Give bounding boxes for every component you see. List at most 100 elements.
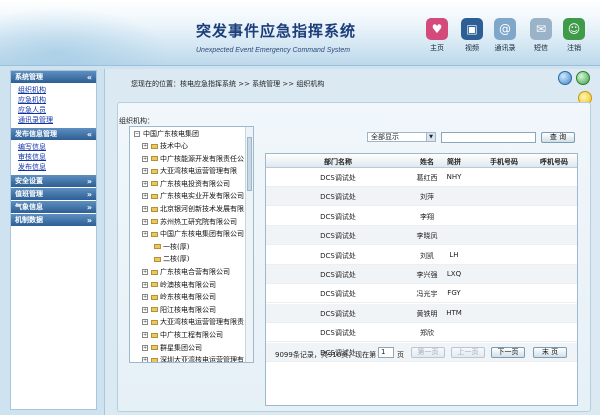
expand-icon[interactable]: + [142, 269, 148, 275]
first-page-button[interactable]: 第一页 [411, 347, 445, 358]
expand-icon[interactable]: + [142, 193, 148, 200]
tree-root-label: 中国广东核电集团 [143, 130, 199, 138]
table-row[interactable]: DCS调试处 李兴强 LXQ [266, 265, 577, 284]
table-row[interactable]: DCS调试处 刘凯 LH [266, 246, 577, 265]
refresh-icon[interactable] [576, 71, 590, 85]
sidebar-section-title: 系统管理 [15, 73, 43, 81]
expand-icon[interactable]: + [142, 281, 148, 288]
expand-icon[interactable]: + [142, 294, 148, 301]
expand-icon[interactable]: » [87, 201, 92, 214]
tree-node[interactable]: + 岭东核电有限公司 [142, 292, 216, 302]
sidebar-link[interactable]: 组织机构 [11, 85, 96, 95]
sidebar-section-title: 发布信息管理 [15, 130, 57, 138]
sidebar-section-header[interactable]: 发布信息管理 « [11, 128, 96, 141]
sidebar-section-header[interactable]: 机制数据 » [11, 214, 96, 227]
tree-node[interactable]: + 广东核电合营有限公司 [142, 267, 230, 277]
sidebar-link[interactable]: 审核信息 [11, 152, 96, 162]
prev-page-button[interactable]: 上一页 [451, 347, 485, 358]
tree-node[interactable]: + 中广核能源开发有限责任公 [142, 154, 244, 164]
sidebar-section-header[interactable]: 值班管理 » [11, 188, 96, 201]
expand-icon[interactable]: + [142, 143, 148, 149]
nav-sms[interactable]: ✉ 短信 [524, 18, 558, 53]
expand-icon[interactable]: + [142, 319, 148, 326]
nav-contacts[interactable]: @ 通讯录 [488, 18, 522, 53]
expand-icon[interactable]: » [87, 214, 92, 227]
collapse-icon[interactable]: − [134, 131, 140, 137]
sidebar-section-header[interactable]: 系统管理 « [11, 71, 96, 84]
table-row[interactable]: DCS调试处 葛红西 NHY [266, 168, 577, 187]
tree-node[interactable]: + 苏州热工研究院有限公司 [142, 217, 237, 227]
last-page-button[interactable]: 末 页 [533, 347, 567, 358]
nav-logout[interactable]: ☺ 注销 [557, 18, 591, 53]
sidebar-section-header[interactable]: 气象信息 » [11, 201, 96, 214]
column-header[interactable]: 简拼 [441, 157, 467, 167]
nav-video[interactable]: ▣ 视频 [455, 18, 489, 53]
expand-icon[interactable]: + [142, 231, 148, 238]
tree-node[interactable]: + 中广核工程有限公司 [142, 330, 223, 340]
column-header[interactable]: 姓名 [414, 157, 440, 167]
folder-icon [151, 357, 158, 362]
org-tree[interactable]: − 中国广东核电集团 + 技术中心 + 中广核能源开发有限责任公 + 大亚湾核电运营管理有限 +… [129, 126, 254, 363]
expand-icon[interactable]: + [142, 168, 148, 175]
contacts-icon: @ [494, 18, 516, 40]
tree-scrollbar[interactable] [245, 127, 253, 362]
sidebar-link[interactable]: 发布信息 [11, 162, 96, 172]
sidebar-link[interactable]: 编写信息 [11, 142, 96, 152]
sms-icon: ✉ [530, 18, 552, 40]
column-header[interactable]: 呼机号码 [531, 157, 577, 167]
tree-node[interactable]: + 深圳大亚湾核电运营管理有 [142, 355, 244, 362]
tree-node[interactable]: + 广东核电实业开发有限公司 [142, 191, 244, 201]
table-row[interactable]: DCS调试处 李翔 [266, 207, 577, 226]
column-header[interactable]: 手机号码 [479, 157, 529, 167]
expand-icon[interactable]: + [142, 155, 148, 162]
collapse-icon[interactable]: « [87, 71, 92, 84]
nav-home[interactable]: ♥ 主页 [420, 18, 454, 53]
expand-icon[interactable]: + [142, 218, 148, 225]
table-row[interactable]: DCS调试处 李晓凤 [266, 226, 577, 246]
expand-icon[interactable]: » [87, 188, 92, 201]
table-row[interactable]: DCS调试处 郑欣 [266, 323, 577, 343]
logout-icon: ☺ [563, 18, 585, 40]
tree-node-label: 大亚湾核电运营管理有限责 [160, 318, 244, 327]
sidebar-link[interactable]: 应急机构 [11, 95, 96, 105]
expand-icon[interactable]: + [142, 344, 148, 351]
expand-icon[interactable]: + [142, 180, 148, 187]
tree-root[interactable]: − 中国广东核电集团 [134, 129, 199, 139]
sidebar-link[interactable]: 通讯录管理 [11, 115, 96, 125]
collapse-icon[interactable]: « [87, 128, 92, 141]
filter-select[interactable]: 全部显示 ▼ [367, 132, 436, 142]
tree-node[interactable]: 一核(厚) [154, 242, 189, 252]
sidebar-link[interactable]: 应急人员 [11, 105, 96, 115]
tree-node-label: 一核(厚) [163, 242, 190, 251]
tree-scroll-thumb[interactable] [247, 137, 252, 191]
search-input[interactable] [441, 132, 536, 143]
sidebar: 系统管理 «组织机构 应急机构 应急人员 通讯录管理 发布信息管理 «编写信息 审核信息 发布信… [10, 70, 97, 410]
search-button[interactable]: 查 询 [541, 132, 575, 143]
expand-icon[interactable]: + [142, 332, 148, 338]
app-header: 突发事件应急指挥系统 Unexpected Event Emergency Co… [0, 0, 600, 66]
next-page-button[interactable]: 下一页 [491, 347, 525, 358]
table-row[interactable]: DCS调试处 冯光宇 FGY [266, 284, 577, 304]
page-number-input[interactable]: 1 [378, 347, 394, 358]
tree-node[interactable]: + 大亚湾核电运营管理有限责 [142, 317, 244, 327]
tree-node[interactable]: + 阳江核电有限公司 [142, 305, 216, 315]
table-row[interactable]: DCS调试处 刘萍 [266, 187, 577, 207]
expand-icon[interactable]: + [142, 206, 148, 212]
tree-node[interactable]: 二核(厚) [154, 254, 189, 264]
tree-node[interactable]: + 群星集团公司 [142, 343, 202, 353]
table-row[interactable]: DCS调试处 黄铁明 HTM [266, 303, 577, 323]
main-content: 您现在的位置：核电应急指挥系统 >> 系统管理 >> 组织机构 组织机构： − 中… [104, 69, 600, 415]
tree-node[interactable]: + 大亚湾核电运营管理有限 [142, 166, 237, 176]
tree-node[interactable]: + 中国广东核电集团有限公司 [142, 229, 244, 239]
chevron-down-icon[interactable]: ▼ [426, 133, 435, 141]
expand-icon[interactable]: » [87, 175, 92, 188]
expand-icon[interactable]: + [142, 306, 148, 313]
tree-node[interactable]: + 技术中心 [142, 141, 188, 151]
tree-node[interactable]: + 岭澳核电有限公司 [142, 280, 216, 290]
column-header[interactable]: 部门名称 [274, 157, 402, 167]
tree-node[interactable]: + 北京银河创新技术发展有限 [142, 204, 244, 214]
expand-icon[interactable]: + [142, 357, 148, 362]
globe-icon[interactable] [558, 71, 572, 85]
sidebar-section-header[interactable]: 安全设置 » [11, 175, 96, 188]
tree-node[interactable]: + 广东核电投资有限公司 [142, 179, 230, 189]
